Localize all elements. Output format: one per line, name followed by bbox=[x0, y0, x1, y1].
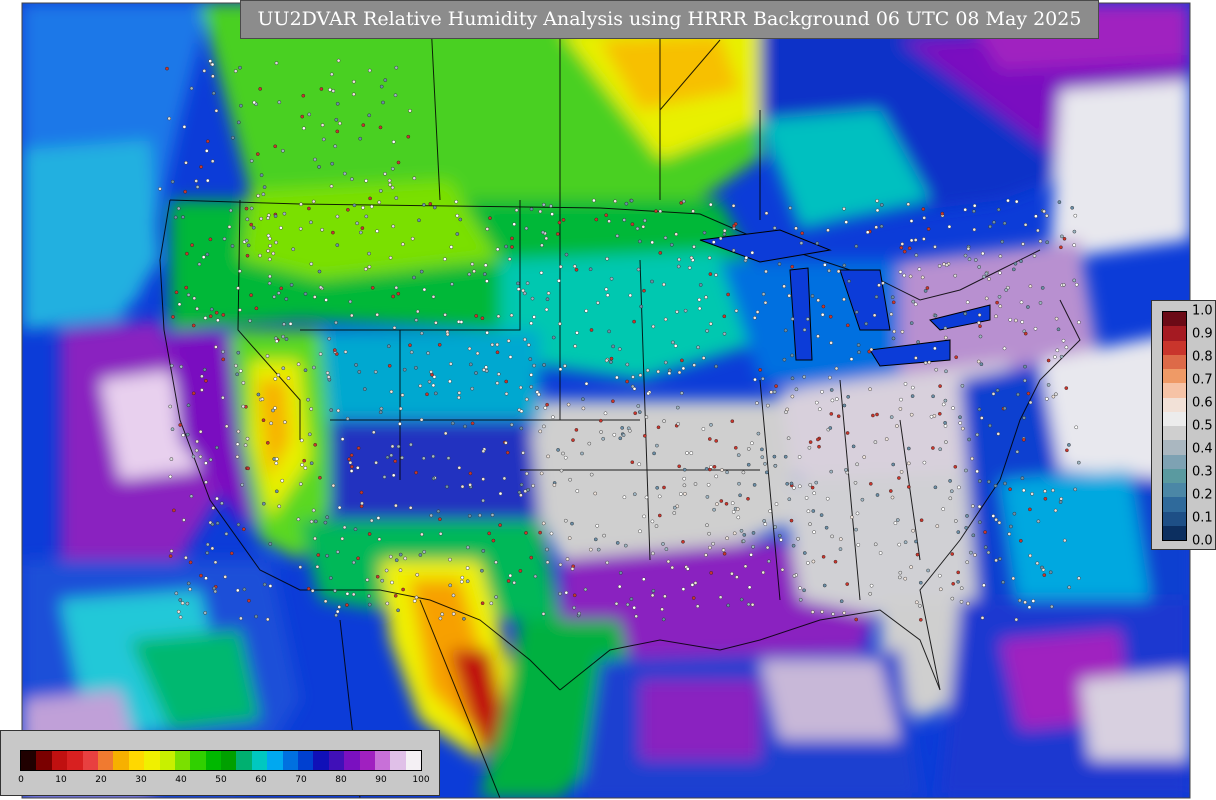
observation-colorbar-segment bbox=[1163, 426, 1186, 441]
humidity-colorbar-segment bbox=[359, 751, 375, 770]
humidity-tick-100: 100 bbox=[412, 775, 430, 785]
observation-colorbar-segment bbox=[1163, 383, 1186, 398]
humidity-colorbar-segment bbox=[113, 751, 129, 770]
humidity-colorbar-segment bbox=[298, 751, 314, 770]
humidity-colorbar-segment bbox=[128, 751, 145, 770]
humidity-colorbar-segment bbox=[390, 751, 406, 770]
humidity-colorbar-segment bbox=[328, 751, 345, 770]
humidity-colorbar-segment bbox=[159, 751, 175, 770]
observation-colorbar-segment bbox=[1163, 440, 1186, 455]
observation-colorbar-ramp bbox=[1162, 311, 1187, 541]
observation-colorbar-segment bbox=[1163, 340, 1186, 355]
observation-label-0-8: 0.8 bbox=[1192, 349, 1213, 365]
humidity-tick-50: 50 bbox=[215, 775, 227, 785]
observation-label-0-6: 0.6 bbox=[1192, 395, 1213, 411]
observation-colorbar-segment bbox=[1163, 483, 1186, 498]
humidity-colorbar-segment bbox=[405, 751, 422, 770]
observation-colorbar-segment bbox=[1163, 497, 1186, 512]
observation-colorbar-segment bbox=[1163, 354, 1186, 369]
observation-colorbar-segment bbox=[1163, 326, 1186, 341]
humidity-colorbar-segment bbox=[36, 751, 52, 770]
humidity-colorbar-segment bbox=[267, 751, 283, 770]
humidity-colorbar: 0 10 20 30 40 50 60 70 80 90 100 bbox=[0, 730, 440, 796]
observation-colorbar-segment bbox=[1163, 397, 1186, 412]
map-title: UU2DVAR Relative Humidity Analysis using… bbox=[240, 0, 1099, 39]
humidity-colorbar-segment bbox=[221, 751, 237, 770]
humidity-tick-80: 80 bbox=[335, 775, 347, 785]
humidity-colorbar-segment bbox=[374, 751, 391, 770]
humidity-tick-70: 70 bbox=[295, 775, 307, 785]
humidity-tick-30: 30 bbox=[135, 775, 147, 785]
observation-label-0-3: 0.3 bbox=[1192, 464, 1213, 480]
observation-label-1-0: 1.0 bbox=[1192, 303, 1213, 319]
humidity-colorbar-segment bbox=[82, 751, 98, 770]
observation-colorbar-segment bbox=[1163, 511, 1186, 526]
humidity-colorbar-segment bbox=[174, 751, 191, 770]
humidity-colorbar-segment bbox=[344, 751, 360, 770]
humidity-tick-40: 40 bbox=[175, 775, 187, 785]
observation-colorbar-segment bbox=[1163, 411, 1186, 426]
humidity-colorbar-segment bbox=[21, 751, 37, 770]
humidity-colorbar-segment bbox=[144, 751, 160, 770]
humidity-colorbar-segment bbox=[97, 751, 114, 770]
humidity-colorbar-ramp bbox=[20, 750, 422, 771]
observation-colorbar-segment bbox=[1163, 369, 1186, 384]
humidity-colorbar-segment bbox=[282, 751, 299, 770]
observation-label-0-5: 0.5 bbox=[1192, 418, 1213, 434]
humidity-tick-60: 60 bbox=[255, 775, 267, 785]
humidity-tick-90: 90 bbox=[375, 775, 387, 785]
observation-label-0-2: 0.2 bbox=[1192, 487, 1213, 503]
humidity-colorbar-segment bbox=[67, 751, 83, 770]
observation-label-0-0: 0.0 bbox=[1192, 533, 1213, 549]
observation-label-0-1: 0.1 bbox=[1192, 510, 1213, 526]
observation-colorbar-segment bbox=[1163, 454, 1186, 469]
observation-label-0-4: 0.4 bbox=[1192, 441, 1213, 457]
humidity-map bbox=[21, 2, 1191, 799]
observation-label-0-9: 0.9 bbox=[1192, 326, 1213, 342]
humidity-tick-20: 20 bbox=[95, 775, 107, 785]
observation-colorbar-segment bbox=[1163, 468, 1186, 483]
humidity-colorbar-segment bbox=[236, 751, 252, 770]
humidity-colorbar-segment bbox=[251, 751, 268, 770]
humidity-colorbar-segment bbox=[313, 751, 329, 770]
observation-colorbar: 1.0 0.9 0.8 0.7 0.6 0.5 0.4 0.3 0.2 0.1 … bbox=[1151, 300, 1216, 550]
humidity-tick-0: 0 bbox=[18, 775, 24, 785]
observation-colorbar-segment bbox=[1163, 312, 1186, 327]
observation-label-0-7: 0.7 bbox=[1192, 372, 1213, 388]
humidity-colorbar-segment bbox=[51, 751, 68, 770]
humidity-colorbar-segment bbox=[190, 751, 206, 770]
humidity-tick-10: 10 bbox=[55, 775, 67, 785]
humidity-colorbar-segment bbox=[205, 751, 222, 770]
observation-colorbar-segment bbox=[1163, 525, 1186, 540]
